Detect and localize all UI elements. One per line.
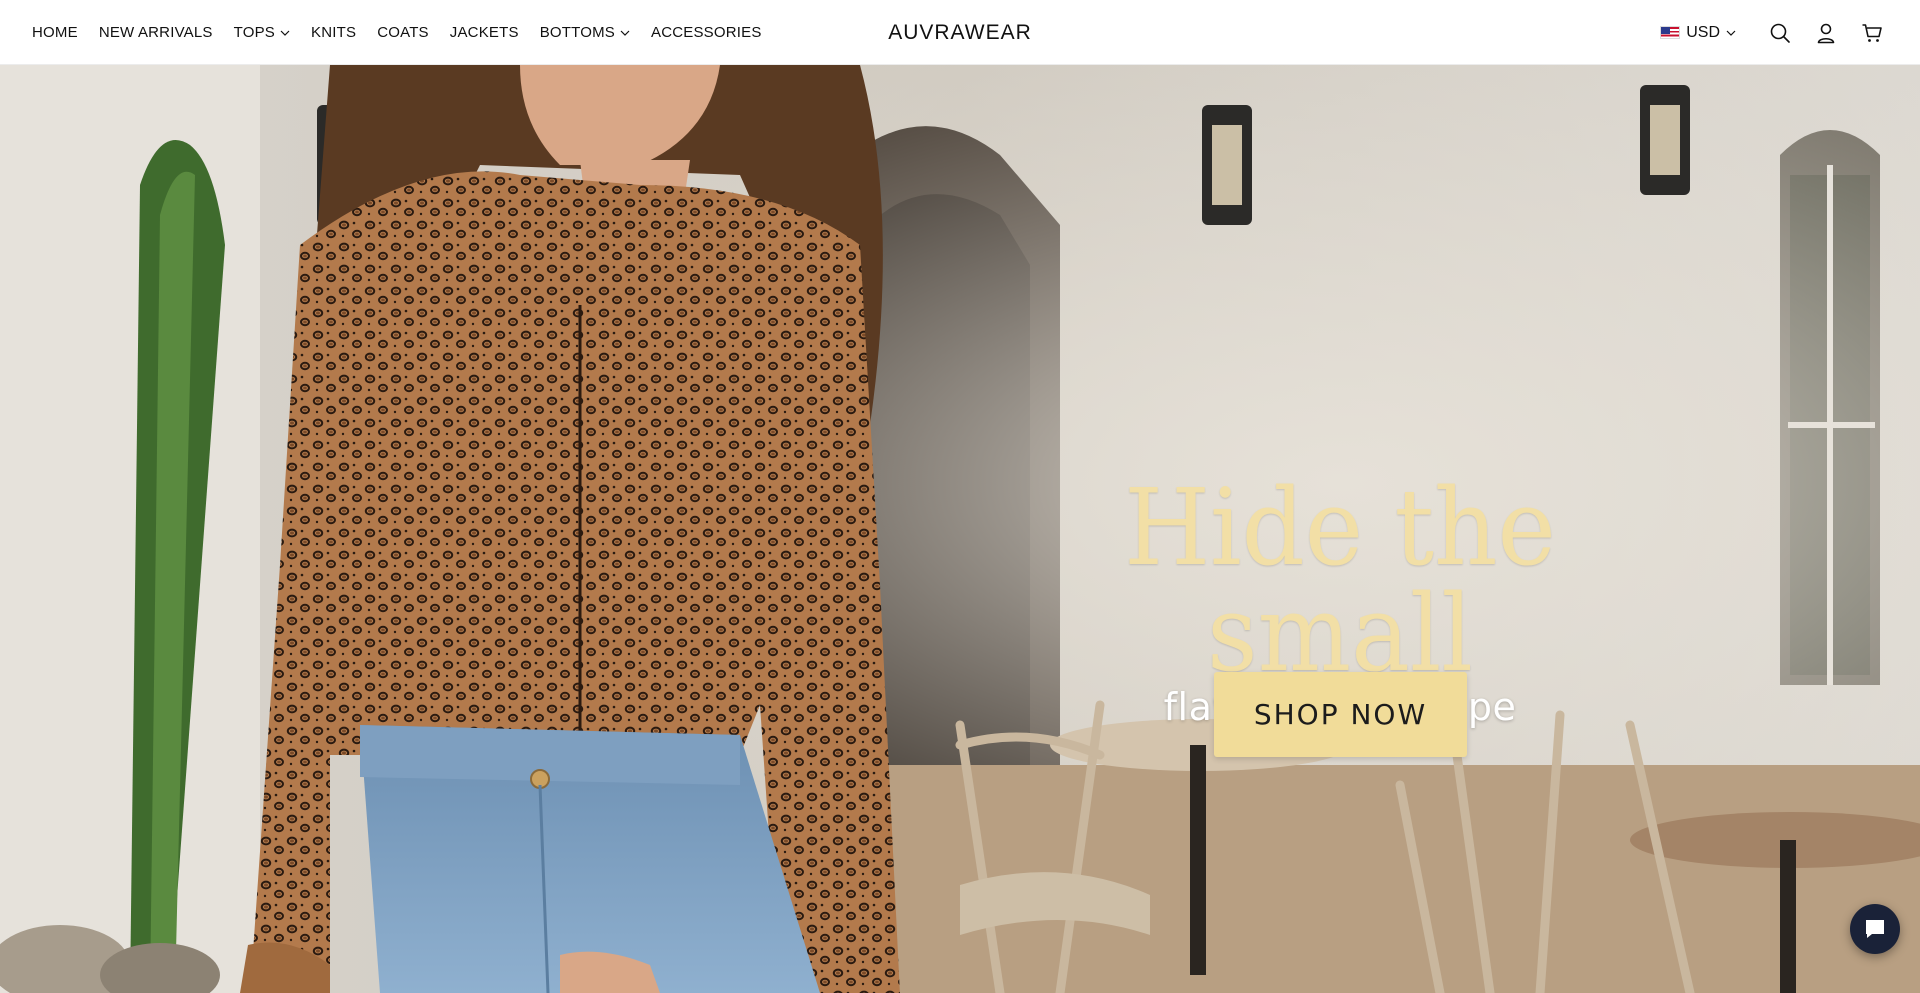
chat-button[interactable] xyxy=(1850,904,1900,954)
nav-label: BOTTOMS xyxy=(539,24,615,41)
chevron-down-icon xyxy=(620,30,630,36)
nav-label: TOPS xyxy=(233,24,276,41)
site-header: HOME NEW ARRIVALS TOPS KNITS COATS JACKE… xyxy=(0,0,1920,65)
chevron-down-icon xyxy=(280,30,290,36)
nav-item-coats[interactable]: COATS xyxy=(377,24,429,41)
header-tools: USD xyxy=(1660,0,1884,65)
nav-item-new-arrivals[interactable]: NEW ARRIVALS xyxy=(99,24,213,41)
nav-label: NEW ARRIVALS xyxy=(98,24,213,41)
us-flag-icon xyxy=(1660,26,1681,39)
brand-logo[interactable]: AUVRAWEAR xyxy=(888,21,1032,45)
currency-selector[interactable]: USD xyxy=(1660,24,1736,42)
cart-icon[interactable] xyxy=(1860,21,1884,45)
nav-item-knits[interactable]: KNITS xyxy=(311,24,356,41)
nav-item-jackets[interactable]: JACKETS xyxy=(450,24,519,41)
hero-title: Hide the small xyxy=(1124,466,1556,695)
nav-label: JACKETS xyxy=(449,24,519,41)
nav-item-accessories[interactable]: ACCESSORIES xyxy=(651,24,762,41)
account-icon[interactable] xyxy=(1814,21,1838,45)
shop-now-button[interactable]: SHOP NOW xyxy=(1214,672,1467,757)
currency-code: USD xyxy=(1686,23,1720,41)
chevron-down-icon xyxy=(1726,30,1736,36)
nav-item-home[interactable]: HOME xyxy=(32,24,78,41)
nav-label: ACCESSORIES xyxy=(650,24,762,41)
nav-item-bottoms[interactable]: BOTTOMS xyxy=(540,24,630,41)
search-icon[interactable] xyxy=(1768,21,1792,45)
main-nav: HOME NEW ARRIVALS TOPS KNITS COATS JACKE… xyxy=(32,0,762,65)
nav-label: COATS xyxy=(377,24,429,41)
hero-banner: Hide the small flaws of leg shape SHOP N… xyxy=(0,65,1920,993)
nav-label: HOME xyxy=(32,24,78,41)
nav-label: KNITS xyxy=(311,24,357,41)
chat-bubble-icon xyxy=(1866,920,1884,938)
nav-item-tops[interactable]: TOPS xyxy=(234,24,290,41)
